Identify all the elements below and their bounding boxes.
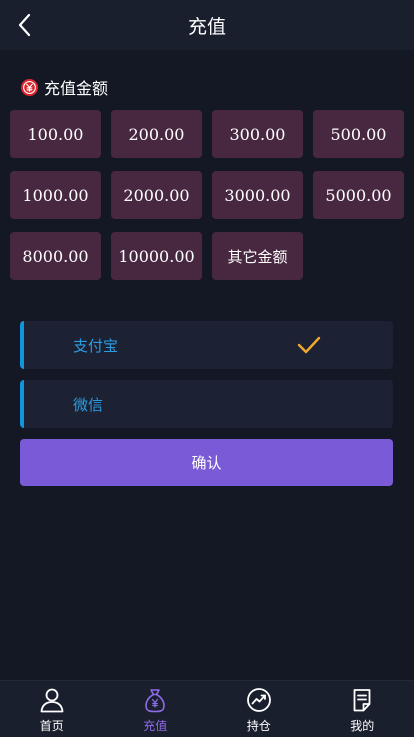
amount-option[interactable]: 200.00 <box>111 110 202 158</box>
back-button[interactable] <box>10 10 40 40</box>
payment-name: 微信 <box>73 395 104 414</box>
tab-recharge[interactable]: 充值 <box>104 681 208 737</box>
amount-option[interactable]: 500.00 <box>313 110 404 158</box>
chevron-left-icon <box>18 13 31 37</box>
bottom-tab-bar: 首页 充值 持仓 我的 <box>0 680 414 737</box>
payment-name: 支付宝 <box>73 336 119 355</box>
confirm-button[interactable]: 确认 <box>20 439 393 486</box>
payment-option-alipay[interactable]: 支付宝 <box>20 321 393 369</box>
payment-accent-bar <box>20 321 24 369</box>
amount-option[interactable]: 5000.00 <box>313 171 404 219</box>
tab-label: 充值 <box>143 719 168 733</box>
checkmark-icon <box>297 336 321 354</box>
other-amount-button[interactable]: 其它金额 <box>212 232 303 280</box>
amount-option[interactable]: 100.00 <box>10 110 101 158</box>
coin-icon <box>20 78 39 96</box>
tab-label: 我的 <box>350 719 375 733</box>
amount-option[interactable]: 300.00 <box>212 110 303 158</box>
header-bar: 充值 <box>0 0 414 50</box>
tab-label: 持仓 <box>246 719 271 733</box>
tab-positions[interactable]: 持仓 <box>207 681 311 737</box>
amount-grid: 100.00 200.00 300.00 500.00 1000.00 2000… <box>10 110 406 280</box>
amount-option[interactable]: 2000.00 <box>111 171 202 219</box>
payment-accent-bar <box>20 380 24 428</box>
section-header: 充值金额 <box>20 76 108 98</box>
amount-option[interactable]: 10000.00 <box>111 232 202 280</box>
payment-option-wechat[interactable]: 微信 <box>20 380 393 428</box>
section-label: 充值金额 <box>44 79 109 98</box>
page-title: 充值 <box>187 15 226 38</box>
money-bag-icon <box>145 689 166 713</box>
document-icon <box>353 689 371 712</box>
amount-option[interactable]: 8000.00 <box>10 232 101 280</box>
tab-home[interactable]: 首页 <box>0 681 104 737</box>
tab-mine[interactable]: 我的 <box>311 681 414 737</box>
user-icon <box>40 688 64 713</box>
tab-label: 首页 <box>39 719 64 733</box>
trend-chart-icon <box>246 688 271 712</box>
amount-option[interactable]: 3000.00 <box>212 171 303 219</box>
amount-option[interactable]: 1000.00 <box>10 171 101 219</box>
